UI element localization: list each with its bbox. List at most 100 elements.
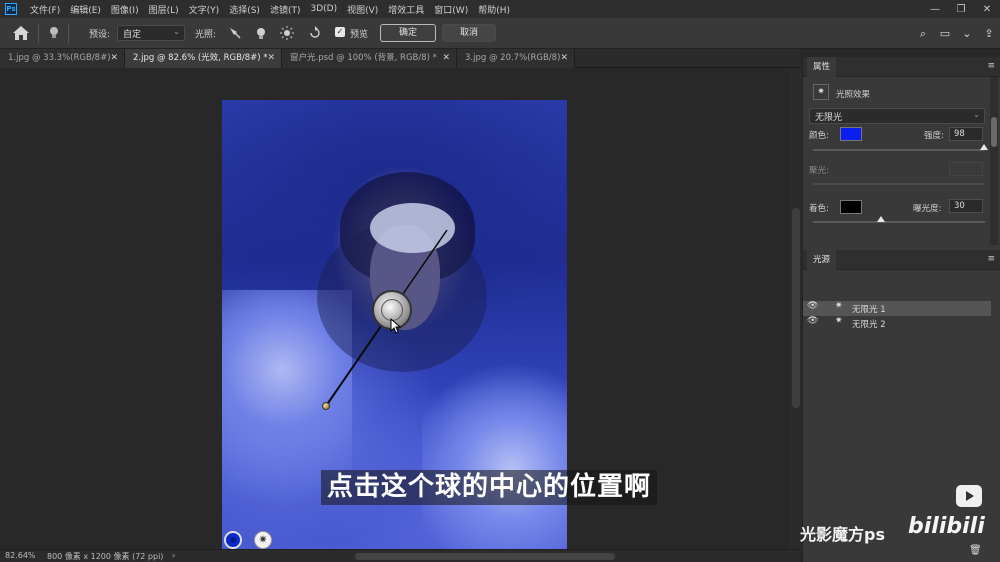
menu-view[interactable]: 视图(V) (342, 3, 383, 16)
tab-document-3[interactable]: 窗户光.psd @ 100% (背景, RGB/8) * ✕ (282, 49, 457, 68)
canvas-vertical-scrollbar[interactable] (790, 68, 802, 549)
infinite-light-icon[interactable] (280, 26, 294, 40)
effect-title: 光照效果 (836, 90, 871, 100)
close-tab-icon[interactable]: ✕ (560, 49, 568, 68)
point-light-icon[interactable] (254, 26, 268, 40)
menu-3d[interactable]: 3D(D) (305, 4, 342, 14)
preview-checkbox[interactable]: ✓ (335, 27, 345, 37)
zoom-level[interactable]: 82.64% (5, 551, 36, 560)
properties-tab-bar: 属性 ≡ (803, 57, 1000, 77)
trash-icon[interactable]: 🗑 (969, 545, 982, 556)
workspace-icon[interactable]: ▭ (934, 18, 956, 49)
options-right-icons: ⌕ ▭ ⌄ ⇪ (912, 18, 1000, 49)
menu-edit[interactable]: 编辑(E) (65, 3, 106, 16)
tab-lights[interactable]: 光源 (807, 250, 837, 270)
minimize-icon[interactable]: — (922, 0, 948, 18)
intensity-label: 强度: (924, 131, 944, 141)
exposure-label: 曝光度: (913, 204, 942, 214)
exposure-input[interactable]: 30 (949, 199, 983, 213)
menu-filter[interactable]: 滤镜(T) (265, 3, 306, 16)
color-label: 颜色: (809, 131, 829, 141)
close-tab-icon[interactable]: ✕ (442, 49, 450, 68)
window-controls: — ❐ ✕ (922, 0, 1000, 18)
spot-light-icon[interactable] (228, 26, 242, 40)
canvas-horizontal-scrollbar[interactable] (190, 553, 780, 560)
menu-select[interactable]: 选择(S) (224, 3, 265, 16)
panel-menu-icon[interactable]: ≡ (987, 254, 995, 264)
reset-lights-icon[interactable] (308, 26, 322, 40)
close-window-icon[interactable]: ✕ (974, 0, 1000, 18)
light-name: 无限光 2 (852, 320, 886, 330)
light-color-swatch-button[interactable] (224, 531, 242, 549)
tint-label: 着色: (809, 204, 829, 214)
menu-window[interactable]: 窗口(W) (429, 3, 473, 16)
workspace-chevron-icon[interactable]: ⌄ (956, 18, 978, 49)
document-info: 800 像素 x 1200 像素 (72 ppi) (47, 552, 164, 561)
intensity-slider-knob[interactable] (980, 144, 988, 150)
tab-document-1[interactable]: 1.jpg @ 33.3%(RGB/8#) ✕ (0, 49, 125, 68)
chevron-down-icon: ⌄ (173, 27, 180, 36)
infinite-light-icon: ✷ (835, 316, 843, 326)
light-bulb-icon (50, 27, 58, 38)
exposure-slider[interactable] (813, 216, 985, 223)
close-tab-icon[interactable]: ✕ (267, 49, 275, 68)
infinite-light-icon: ✷ (835, 301, 843, 311)
hotspot-label: 聚光: (809, 166, 829, 176)
ok-button[interactable]: 确定 (380, 24, 436, 42)
menu-file[interactable]: 文件(F) (25, 3, 65, 16)
channel-watermark: 光影魔方ps (800, 525, 885, 544)
light-label: 光照: (195, 30, 217, 40)
menu-type[interactable]: 文字(Y) (184, 3, 225, 16)
menu-help[interactable]: 帮助(H) (473, 3, 515, 16)
document-tab-bar: 1.jpg @ 33.3%(RGB/8#) ✕ 2.jpg @ 82.6% (光效… (0, 49, 800, 68)
close-tab-icon[interactable]: ✕ (110, 49, 118, 68)
intensity-input[interactable]: 98 (949, 127, 983, 141)
light-row-2[interactable]: 👁 ✷ 无限光 2 (803, 316, 991, 331)
exposure-slider-knob[interactable] (877, 216, 885, 222)
preset-value: 自定 (123, 30, 142, 40)
cancel-button[interactable]: 取消 (442, 24, 496, 42)
bilibili-tv-icon (956, 485, 982, 507)
preview-label: 预览 (350, 30, 369, 40)
search-icon[interactable]: ⌕ (912, 18, 934, 49)
preset-select[interactable]: 自定 ⌄ (117, 25, 185, 41)
menu-plugins[interactable]: 增效工具 (383, 3, 429, 16)
share-icon[interactable]: ⇪ (978, 18, 1000, 49)
visibility-eye-icon[interactable]: 👁 (807, 301, 818, 311)
intensity-slider[interactable] (813, 144, 988, 151)
light-type-value: 无限光 (815, 113, 843, 123)
tab-label: 2.jpg @ 82.6% (光效, RGB/8#) * (133, 53, 268, 63)
light-type-select[interactable]: 无限光 ⌄ (809, 108, 985, 124)
tab-label: 1.jpg @ 33.3%(RGB/8#) (8, 53, 111, 63)
light-color-swatch[interactable] (840, 127, 862, 141)
light-direction-handle[interactable] (322, 402, 330, 410)
mouse-cursor-icon (390, 318, 402, 334)
menu-layer[interactable]: 图层(L) (144, 3, 184, 16)
status-bar: 82.64% 800 像素 x 1200 像素 (72 ppi) › (0, 549, 800, 562)
panel-menu-icon[interactable]: ≡ (987, 61, 995, 71)
hotspot-slider (813, 183, 985, 185)
visibility-eye-icon[interactable]: 👁 (807, 316, 818, 326)
photoshop-logo-icon[interactable]: Ps (5, 3, 17, 15)
light-intensity-icon[interactable]: ✷ (254, 531, 272, 549)
tint-color-swatch[interactable] (840, 200, 862, 214)
lighting-effect-icon: ✷ (813, 84, 829, 100)
chevron-down-icon: ⌄ (973, 110, 980, 119)
tab-label: 3.jpg @ 20.7%(RGB/8) (465, 53, 561, 63)
preset-label: 预设: (89, 30, 111, 40)
menu-bar: Ps 文件(F) 编辑(E) 图像(I) 图层(L) 文字(Y) 选择(S) 滤… (0, 0, 1000, 18)
status-menu-chevron-icon[interactable]: › (172, 551, 175, 560)
properties-scrollbar[interactable] (990, 77, 998, 245)
lights-tab-bar: 光源 ≡ (803, 250, 1000, 270)
bilibili-logo: bilibili (908, 514, 985, 539)
restore-icon[interactable]: ❐ (948, 0, 974, 18)
light-row-1[interactable]: 👁 ✷ 无限光 1 (803, 301, 991, 316)
tab-document-4[interactable]: 3.jpg @ 20.7%(RGB/8) ✕ (457, 49, 575, 68)
menu-image[interactable]: 图像(I) (106, 3, 144, 16)
light-name: 无限光 1 (852, 305, 886, 315)
tab-document-2[interactable]: 2.jpg @ 82.6% (光效, RGB/8#) * ✕ (125, 49, 282, 68)
tab-properties[interactable]: 属性 (807, 57, 837, 77)
video-subtitle: 点击这个球的中心的位置啊 (321, 470, 658, 505)
home-icon[interactable] (12, 25, 30, 41)
hotspot-input (949, 162, 983, 176)
